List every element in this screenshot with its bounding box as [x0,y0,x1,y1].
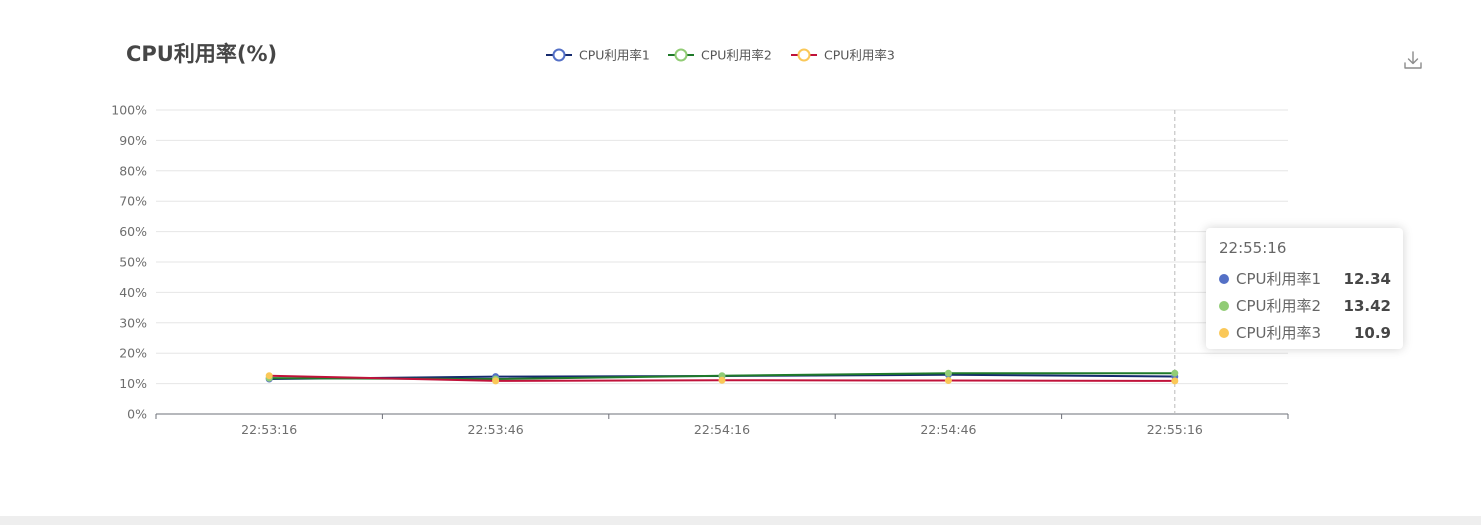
legend-label[interactable]: CPU利用率2 [701,48,772,63]
x-tick-label: 22:55:16 [1147,422,1203,437]
y-tick-label: 60% [119,224,147,239]
legend-marker [552,48,566,62]
legend-marker [674,48,688,62]
y-tick-label: 30% [119,315,147,330]
x-tick-label: 22:53:16 [241,422,297,437]
x-tick-label: 22:53:46 [468,422,524,437]
y-tick-label: 0% [127,407,147,422]
y-tick-label: 90% [119,133,147,148]
tooltip-series-value: 12.34 [1343,269,1391,288]
series-point [492,377,500,385]
download-icon[interactable] [1401,48,1425,72]
y-tick-label: 10% [119,376,147,391]
series-point [1171,369,1179,377]
x-tick-label: 22:54:16 [694,422,750,437]
tooltip-series-name: CPU利用率3 [1236,324,1322,342]
y-tick-label: 100% [111,103,147,118]
tooltip-time: 22:55:16 [1219,239,1287,257]
y-tick-label: 20% [119,346,147,361]
tooltip-series-value: 10.9 [1353,323,1391,342]
bottom-divider-bar [0,516,1481,525]
y-tick-label: 40% [119,285,147,300]
y-tick-label: 50% [119,255,147,270]
legend-label[interactable]: CPU利用率1 [579,48,650,63]
y-tick-label: 70% [119,194,147,209]
chart-tooltip: 22:55:16 CPU利用率1 12.34 CPU利用率2 13.42 CPU… [1206,228,1403,349]
tooltip-row: CPU利用率2 13.42 [1219,292,1391,319]
tooltip-series-name: CPU利用率1 [1236,270,1322,288]
series-point [944,369,952,377]
series-point [718,376,726,384]
tooltip-series-dot [1219,327,1229,338]
y-tick-label: 80% [119,163,147,178]
tooltip-series-dot [1219,300,1229,311]
tooltip-row: CPU利用率3 10.9 [1219,319,1391,346]
tooltip-series-value: 13.42 [1343,296,1391,315]
chart-title: CPU利用率(%) [126,42,277,66]
x-axis: 22:53:16 22:53:46 22:54:16 22:54:46 22:55:16 [155,413,1289,437]
series-point [1171,377,1179,385]
tooltip-row: CPU利用率1 12.34 [1219,265,1391,292]
legend-label[interactable]: CPU利用率3 [824,48,895,63]
tooltip-series-name: CPU利用率2 [1236,297,1322,315]
chart-series [265,369,1179,385]
x-tick-label: 22:54:46 [920,422,976,437]
chart-grid [156,109,1288,385]
y-axis: 0% 10% 20% 30% 40% 50% 60% 70% 80% 90% 100% [111,103,147,422]
tooltip-series-dot [1219,273,1229,284]
series-point [265,372,273,380]
chart-legend: CPU利用率1 CPU利用率2 CPU利用率3 [546,48,895,63]
legend-marker [797,48,811,62]
series-point [944,377,952,385]
